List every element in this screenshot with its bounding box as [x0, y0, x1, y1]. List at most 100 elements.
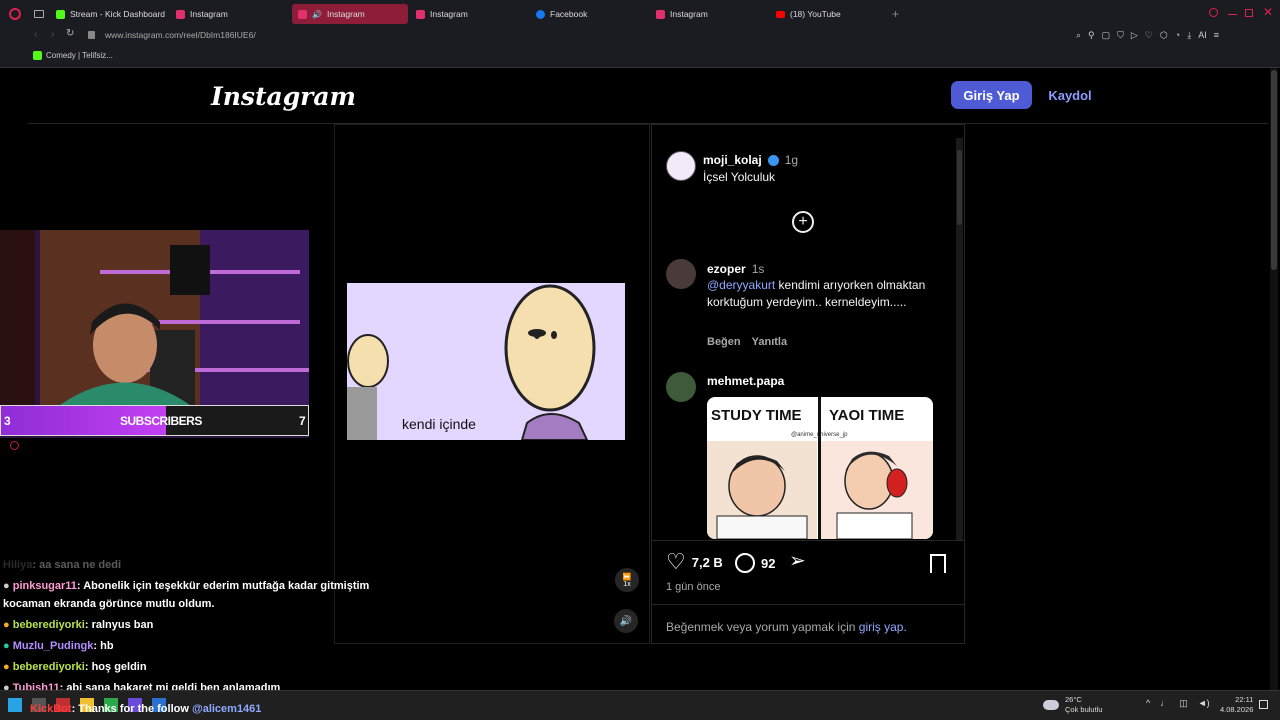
comment-username[interactable]: mehmet.papa — [707, 374, 784, 388]
extensions-icon[interactable]: ⬡ — [1160, 30, 1168, 41]
screenshot-icon[interactable]: ▢ — [1102, 30, 1111, 41]
instagram-logo[interactable]: Instagram — [211, 82, 356, 111]
comment-username[interactable]: ezoper — [707, 262, 746, 276]
like-count: 7,2 B — [691, 554, 723, 570]
cartoon-illustration — [347, 283, 625, 440]
author-time: 1g — [784, 153, 799, 167]
tab-instagram-3[interactable]: Instagram — [650, 4, 768, 24]
author-username[interactable]: moji_kolaj — [703, 153, 762, 167]
bookmark-comedy[interactable]: Comedy | Telifsiz... — [33, 51, 113, 60]
kick-icon — [56, 9, 65, 19]
youtube-icon — [776, 10, 785, 18]
chat-message: ● beberediyorki: ralnyus ban — [3, 619, 154, 631]
microphone-icon[interactable]: ♩ — [1160, 698, 1169, 709]
browser-tab-bar: Stream - Kick Dashboard Instagram 🔊 Inst… — [0, 0, 1280, 28]
video-caption: kendi içinde — [402, 416, 476, 432]
tab-instagram-2[interactable]: Instagram — [410, 4, 528, 24]
ai-icon[interactable]: AI — [1198, 30, 1207, 41]
menu-icon[interactable]: ≡ — [1214, 30, 1219, 41]
clock-time: 22:11 — [1235, 695, 1254, 704]
workspaces-icon[interactable] — [34, 10, 44, 18]
heart-icon: ♡ — [666, 549, 686, 574]
comment-mention[interactable]: @deryyakurt — [707, 278, 775, 292]
login-link[interactable]: giriş yap. — [859, 620, 907, 634]
chat-message: Hiliya: aa sana ne dedi — [3, 559, 122, 571]
comment-button[interactable]: 92 — [735, 553, 775, 573]
search-icon[interactable] — [1209, 8, 1218, 17]
comment-count: 92 — [761, 555, 776, 571]
close-icon[interactable]: ✕ — [1263, 5, 1273, 19]
zoom-icon[interactable]: ⌕ — [1076, 30, 1081, 41]
minimize-icon[interactable] — [1228, 14, 1237, 15]
kick-icon — [33, 51, 42, 60]
comment-text: @deryyakurt kendimi arıyorken olmaktan k… — [707, 278, 926, 309]
reload-icon[interactable]: ↻ — [66, 28, 74, 39]
tab-youtube[interactable]: (18) YouTube — [770, 4, 888, 24]
notification-icon[interactable] — [1259, 700, 1268, 709]
chat-message: KickBot: Thanks for the follow @alicem14… — [30, 703, 262, 715]
playback-speed-button[interactable]: ⏩ 1x — [615, 568, 639, 592]
meme-left-label: STUDY TIME — [711, 407, 802, 424]
forward-icon[interactable]: › — [51, 29, 54, 40]
author-avatar[interactable] — [666, 151, 696, 181]
user-badge-icon: ● — [3, 580, 10, 592]
download-icon[interactable]: ⤓ — [1187, 30, 1191, 41]
subscriber-label: SUBSCRIBERS — [120, 414, 202, 428]
lock-icon — [88, 31, 95, 39]
url-field[interactable]: www.instagram.com/reel/DbIm186IUE6/ — [105, 30, 256, 40]
new-tab-plus-icon[interactable]: + — [892, 7, 899, 21]
post-actions-divider — [651, 540, 965, 541]
cloud-icon — [1043, 700, 1059, 710]
clock[interactable]: 22:11 4.08.2026 — [1220, 695, 1253, 715]
maximize-icon[interactable] — [1245, 9, 1253, 17]
tab-facebook[interactable]: Facebook — [530, 4, 648, 24]
profile-icon[interactable]: ◔ — [1175, 30, 1180, 41]
subscriber-goal: 7 — [299, 414, 306, 428]
extension-toolbar: ⌕ ⚲ ▢ ⛉ ▷ ♡ ⬡ ◔ ⤓ AI ≡ — [1076, 30, 1219, 41]
author-header: moji_kolaj 1g — [703, 153, 798, 167]
load-more-comments-icon[interactable]: + — [792, 211, 814, 233]
page-scrollbar-thumb[interactable] — [1271, 70, 1277, 270]
weather-widget[interactable]: 26°C Çok bulutlu — [1043, 695, 1103, 715]
audio-playing-icon[interactable]: 🔊 — [312, 10, 322, 19]
facebook-icon — [536, 9, 545, 19]
user-badge-icon: ● — [3, 619, 10, 631]
pin-icon[interactable]: ⚲ — [1088, 30, 1095, 41]
chevron-up-icon[interactable]: ^ — [1146, 698, 1150, 709]
chat-message: ● Muzlu_Pudingk: hb — [3, 640, 114, 652]
instagram-icon — [416, 9, 425, 19]
reply-comment-button[interactable]: Yanıtla — [752, 336, 787, 348]
commenter-avatar[interactable] — [666, 259, 696, 289]
heart-icon[interactable]: ♡ — [1145, 30, 1153, 41]
post-caption: İçsel Yolculuk — [703, 170, 776, 184]
shield-icon[interactable]: ⛉ — [1117, 30, 1124, 41]
tab-instagram-1[interactable]: Instagram — [170, 4, 288, 24]
verified-badge-icon — [767, 154, 779, 166]
back-icon[interactable]: ‹ — [34, 29, 37, 40]
browser-logo-icon[interactable] — [9, 8, 21, 20]
tab-kick-dashboard[interactable]: Stream - Kick Dashboard — [50, 4, 168, 24]
share-icon[interactable]: ➢ — [789, 551, 806, 571]
user-badge-icon: ● — [3, 640, 10, 652]
posted-time: 1 gün önce — [666, 581, 721, 593]
mute-button[interactable]: 🔊 — [614, 609, 638, 633]
record-icon — [10, 441, 19, 450]
comment-time: 1s — [751, 262, 765, 276]
like-comment-button[interactable]: Beğen — [707, 336, 741, 348]
start-icon[interactable] — [8, 698, 22, 712]
login-button[interactable]: Giriş Yap — [951, 81, 1032, 109]
signup-button[interactable]: Kaydol — [1040, 81, 1100, 109]
commenter-avatar[interactable] — [666, 372, 696, 402]
network-icon[interactable]: ◫ — [1179, 698, 1188, 709]
comment-actions: Beğen Yanıtla — [707, 336, 787, 348]
save-bookmark-icon[interactable] — [930, 554, 946, 573]
meme-image[interactable]: STUDY TIME YAOI TIME @anime_universe_jp — [707, 397, 933, 539]
instagram-icon — [176, 9, 185, 19]
bookmarks-bar: Comedy | Telifsiz... — [0, 44, 1280, 68]
volume-icon[interactable]: ◄) — [1198, 698, 1210, 709]
like-button[interactable]: ♡ 7,2 B — [666, 551, 723, 573]
tab-instagram-active[interactable]: 🔊 Instagram — [292, 4, 408, 24]
scrollbar-thumb[interactable] — [957, 150, 962, 225]
fast-forward-icon: ⏩ — [622, 573, 632, 581]
play-icon[interactable]: ▷ — [1131, 30, 1138, 41]
